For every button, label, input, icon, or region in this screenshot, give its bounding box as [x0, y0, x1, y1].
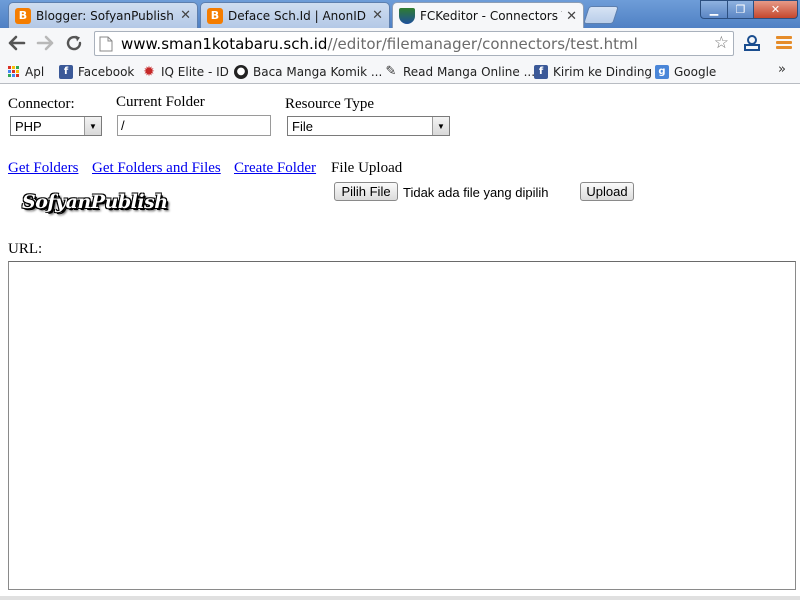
chrome-menu-icon[interactable]: [776, 36, 792, 50]
back-arrow-icon: [8, 35, 26, 51]
get-folders-and-files-link[interactable]: Get Folders and Files: [92, 160, 221, 177]
bookmark-label: Apl: [25, 64, 45, 79]
bookmark-label: Google: [674, 64, 717, 79]
resource-type-select[interactable]: File ▼: [287, 116, 450, 136]
close-tab-icon[interactable]: ✕: [372, 8, 383, 23]
get-folders-link[interactable]: Get Folders: [8, 160, 78, 177]
chevron-down-icon: ▼: [432, 117, 449, 135]
manga-icon: ●: [234, 64, 248, 79]
bookmark-label: IQ Elite - ID: [161, 64, 229, 79]
address-bar[interactable]: www.sman1kotabaru.sch.id//editor/fileman…: [94, 31, 734, 56]
chevron-down-icon: ▼: [84, 117, 101, 135]
back-button[interactable]: [6, 32, 28, 54]
url-textarea[interactable]: [8, 261, 796, 590]
connector-value: PHP: [15, 118, 42, 134]
maximize-button[interactable]: ❐: [727, 0, 754, 19]
bookmark-label: Kirim ke Dinding: [553, 64, 653, 79]
bookmarks-bar: Apl f Facebook ✹ IQ Elite - ID ● Baca Ma…: [0, 59, 800, 84]
url-path: //editor/filemanager/connectors/test.htm…: [327, 34, 638, 53]
gear-icon: ✹: [143, 63, 155, 80]
file-upload-label: File Upload: [331, 160, 403, 176]
school-crest-icon: [399, 8, 415, 24]
upload-button[interactable]: Upload: [580, 182, 634, 201]
browser-toolbar: www.sman1kotabaru.sch.id//editor/fileman…: [0, 28, 800, 59]
new-tab-button[interactable]: [583, 6, 619, 24]
blogger-icon: B: [15, 7, 31, 24]
url-text: www.sman1kotabaru.sch.id//editor/fileman…: [121, 35, 638, 53]
bookmark-read-manga[interactable]: ✎ Read Manga Online ...: [384, 62, 535, 81]
bookmark-iq-elite[interactable]: ✹ IQ Elite - ID: [142, 62, 229, 81]
browser-tab-strip: B Blogger: SofyanPublish - C ✕ B Deface …: [0, 0, 800, 29]
url-host: www.sman1kotabaru.sch.id: [121, 34, 328, 53]
tab-title: FCKeditor - Connectors Te: [420, 9, 563, 23]
current-folder-label: Current Folder: [116, 94, 205, 110]
connector-select[interactable]: PHP ▼: [10, 116, 102, 136]
resource-type-value: File: [292, 118, 313, 134]
bookmark-apps[interactable]: Apl: [8, 62, 44, 81]
connector-label: Connector:: [8, 96, 75, 112]
apps-grid-icon: [8, 66, 19, 77]
minimize-button[interactable]: ▁: [700, 0, 728, 19]
google-icon: g: [655, 64, 669, 79]
close-window-button[interactable]: ✕: [753, 0, 798, 19]
extension-icon[interactable]: [742, 34, 762, 52]
bookmark-label: Facebook: [78, 64, 135, 79]
sofyanpublish-logo: SofyanPublish: [22, 191, 168, 213]
bookmark-facebook[interactable]: f Facebook: [59, 62, 134, 81]
reload-icon: [66, 35, 82, 51]
tab-title: Deface Sch.Id | AnonID: [228, 8, 366, 23]
current-folder-value: /: [121, 118, 125, 133]
close-tab-icon[interactable]: ✕: [180, 8, 191, 23]
blogger-icon: B: [207, 7, 223, 24]
tab-fckeditor[interactable]: FCKeditor - Connectors Te ✕: [392, 2, 584, 29]
resource-type-label: Resource Type: [285, 96, 375, 112]
forward-arrow-icon: [36, 35, 54, 51]
current-folder-input[interactable]: /: [117, 115, 271, 136]
facebook-icon: f: [534, 64, 548, 79]
tab-blogger[interactable]: B Blogger: SofyanPublish - C ✕: [8, 2, 198, 28]
tab-deface[interactable]: B Deface Sch.Id | AnonID ✕: [200, 2, 390, 28]
tab-title: Blogger: SofyanPublish - C: [36, 8, 176, 23]
file-status-text: Tidak ada file yang dipilih: [403, 185, 549, 200]
horizontal-scrollbar[interactable]: [0, 596, 800, 600]
bookmark-google[interactable]: g Google: [655, 62, 716, 81]
bookmark-baca-manga[interactable]: ● Baca Manga Komik ...: [234, 62, 382, 81]
facebook-icon: f: [59, 64, 73, 79]
url-label: URL:: [8, 241, 43, 257]
bookmark-label: Baca Manga Komik ...: [253, 64, 383, 79]
reload-button[interactable]: [63, 32, 85, 54]
close-tab-icon[interactable]: ✕: [566, 9, 577, 24]
bookmark-kirim-dinding[interactable]: f Kirim ke Dinding: [534, 62, 652, 81]
bookmark-label: Read Manga Online ...: [403, 64, 536, 79]
page-icon: [99, 36, 113, 51]
read-manga-icon: ✎: [385, 64, 397, 79]
forward-button[interactable]: [34, 32, 56, 54]
bookmarks-overflow-icon[interactable]: »: [778, 62, 786, 77]
choose-file-button[interactable]: Pilih File: [334, 182, 398, 201]
bookmark-star-icon[interactable]: ☆: [714, 35, 729, 52]
create-folder-link[interactable]: Create Folder: [234, 160, 316, 177]
page-content: Connector: PHP ▼ Current Folder / Resour…: [0, 85, 800, 600]
